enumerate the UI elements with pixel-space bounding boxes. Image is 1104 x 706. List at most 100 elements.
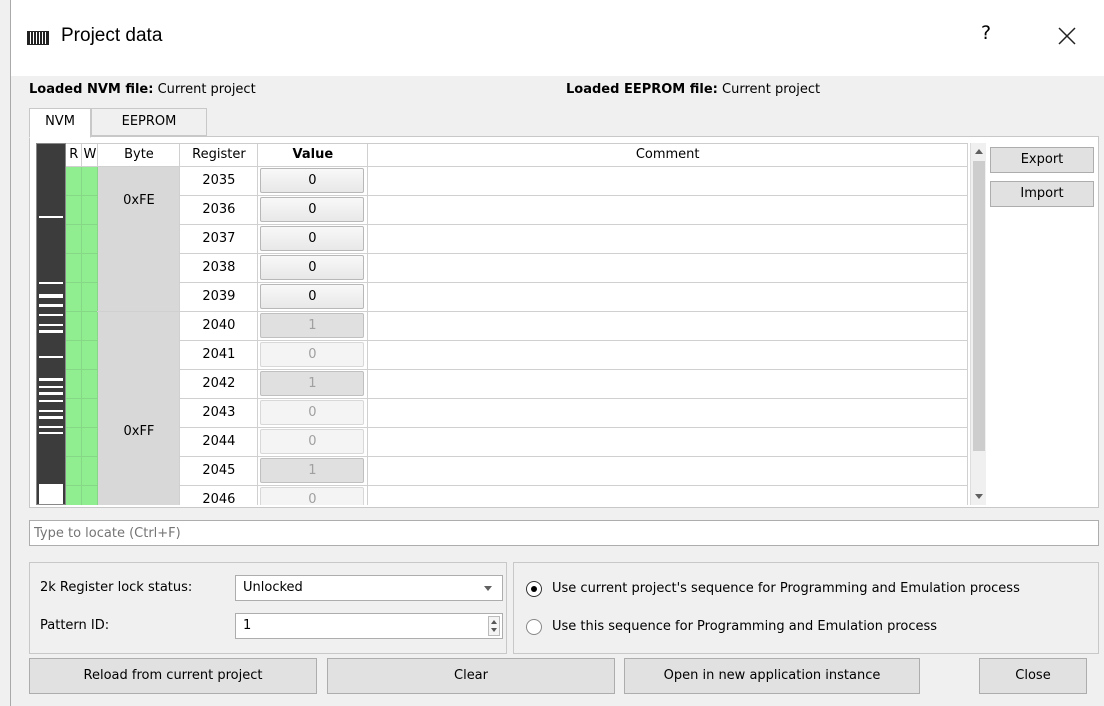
column-header-value[interactable]: Value [257,144,369,167]
scrollbar-thumb[interactable] [973,161,985,451]
write-flag[interactable] [81,224,99,254]
read-flag[interactable] [66,427,83,457]
value-button[interactable]: 0 [260,342,365,367]
write-flag[interactable] [81,253,99,283]
export-button[interactable]: Export [990,147,1094,173]
close-icon[interactable] [1051,20,1083,52]
write-flag[interactable] [81,398,99,428]
read-flag[interactable] [66,369,83,399]
window-title: Project data [61,25,163,46]
comment-cell[interactable] [367,311,968,341]
value-button[interactable]: 1 [260,313,365,338]
column-header-r[interactable]: R [66,144,83,167]
register-cell: 2038 [179,253,259,283]
column-header-byte[interactable]: Byte [97,144,181,167]
loaded-nvm-file: Loaded NVM file: Current project [29,82,256,97]
value-button[interactable]: 1 [260,371,365,396]
register-table: R W Byte Register Value Comment 0xFE 203… [66,143,968,505]
value-button[interactable]: 0 [260,429,365,454]
table-row: 0xFF 2040 1 [66,311,968,505]
pattern-id-value: 1 [243,618,252,633]
tab-eeprom[interactable]: EEPROM [91,108,207,136]
pattern-id-label: Pattern ID: [40,618,110,633]
register-cell: 2035 [179,166,259,196]
spin-arrows-icon[interactable] [488,616,500,636]
table-row: 2043 0 [66,398,968,428]
pattern-id-spinbox[interactable]: 1 [235,613,503,639]
value-button[interactable]: 0 [260,400,365,425]
write-flag[interactable] [81,311,99,341]
import-button[interactable]: Import [990,181,1094,207]
table-row: 2044 0 [66,427,968,457]
open-new-instance-button[interactable]: Open in new application instance [624,658,920,694]
read-flag[interactable] [66,398,83,428]
read-flag[interactable] [66,485,83,505]
comment-cell[interactable] [367,282,968,312]
comment-cell[interactable] [367,398,968,428]
column-header-comment[interactable]: Comment [367,144,968,167]
comment-cell[interactable] [367,195,968,225]
search-input[interactable] [29,520,1099,546]
read-flag[interactable] [66,311,83,341]
chevron-down-icon [484,586,492,591]
write-flag[interactable] [81,195,99,225]
write-flag[interactable] [81,427,99,457]
register-cell: 2037 [179,224,259,254]
comment-cell[interactable] [367,166,968,196]
comment-cell[interactable] [367,253,968,283]
tab-nvm[interactable]: NVM [29,108,91,138]
nvm-panel: R W Byte Register Value Comment 0xFE 203… [29,136,1099,508]
write-flag[interactable] [81,340,99,370]
lock-status-label: 2k Register lock status: [40,580,193,595]
write-flag[interactable] [81,166,99,196]
comment-cell[interactable] [367,456,968,486]
write-flag[interactable] [81,456,99,486]
value-button[interactable]: 1 [260,458,365,483]
clear-button[interactable]: Clear [327,658,615,694]
table-scrollbar[interactable] [970,143,986,505]
close-button[interactable]: Close [979,658,1087,694]
column-header-register[interactable]: Register [179,144,259,167]
column-header-w[interactable]: W [81,144,99,167]
value-button[interactable]: 0 [260,255,365,280]
help-button[interactable]: ? [974,22,998,50]
write-flag[interactable] [81,369,99,399]
read-flag[interactable] [66,340,83,370]
lock-status-dropdown[interactable]: Unlocked [235,575,503,601]
radio-current-sequence-label: Use current project's sequence for Progr… [552,581,1020,596]
loaded-eeprom-file: Loaded EEPROM file: Current project [566,82,820,97]
read-flag[interactable] [66,282,83,312]
write-flag[interactable] [81,282,99,312]
read-flag[interactable] [66,253,83,283]
read-flag[interactable] [66,456,83,486]
table-row: 2038 0 [66,253,968,283]
radio-unchecked-icon[interactable] [526,619,542,635]
comment-cell[interactable] [367,485,968,505]
reload-button[interactable]: Reload from current project [29,658,317,694]
value-button[interactable]: 0 [260,226,365,251]
register-cell: 2043 [179,398,259,428]
nvm-file-value: Current project [157,82,256,97]
comment-cell[interactable] [367,340,968,370]
eeprom-file-label: Loaded EEPROM file: [566,82,718,97]
value-button[interactable]: 0 [260,168,365,193]
comment-cell[interactable] [367,224,968,254]
scroll-up-icon[interactable] [975,149,983,154]
lock-status-value: Unlocked [243,580,303,595]
comment-cell[interactable] [367,427,968,457]
scroll-down-icon[interactable] [975,494,983,499]
read-flag[interactable] [66,166,83,196]
read-flag[interactable] [66,195,83,225]
radio-checked-icon[interactable] [526,581,542,597]
nvm-file-label: Loaded NVM file: [29,82,154,97]
value-button[interactable]: 0 [260,197,365,222]
register-cell: 2041 [179,340,259,370]
byte-cell: 0xFF [97,311,181,505]
register-cell: 2040 [179,311,259,341]
comment-cell[interactable] [367,369,968,399]
register-minimap[interactable] [36,143,66,505]
value-button[interactable]: 0 [260,487,365,505]
read-flag[interactable] [66,224,83,254]
write-flag[interactable] [81,485,99,505]
value-button[interactable]: 0 [260,284,365,309]
